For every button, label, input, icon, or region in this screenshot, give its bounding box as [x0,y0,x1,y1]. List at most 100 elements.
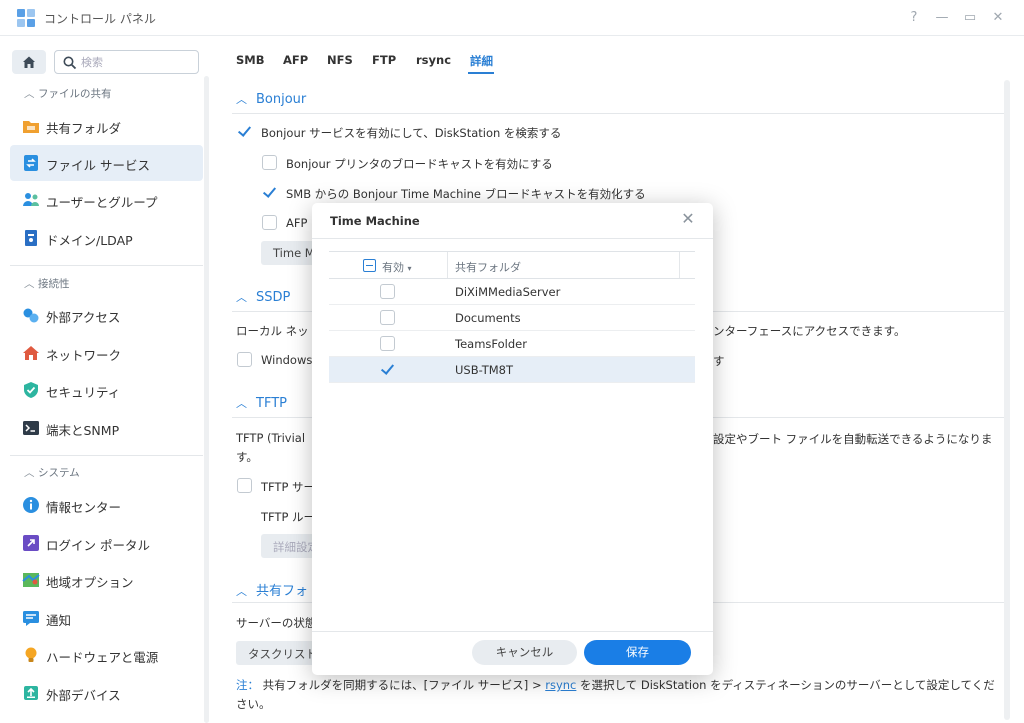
window-titlebar: コントロール パネル ? — ▭ ✕ [0,0,1024,36]
control-panel-icon [17,9,35,27]
bonjour-printer-label: Bonjour プリンタのブロードキャストを有効にする [286,157,553,171]
row-checkbox[interactable] [380,362,395,377]
home-icon [23,56,35,68]
sidebar-item-hardware-power[interactable]: ハードウェアと電源 [10,637,203,673]
main-scrollbar[interactable] [1004,80,1010,720]
sidebar-item-external-devices[interactable]: 外部デバイス [10,675,203,711]
domain-icon [25,230,37,246]
rsync-link[interactable]: rsync [545,678,576,692]
close-icon[interactable]: ✕ [988,8,1008,28]
column-enabled-header[interactable]: 有効 ▾ [382,259,412,275]
select-all-checkbox[interactable] [363,259,376,272]
tab-ftp[interactable]: FTP [372,53,396,67]
sidebar-group-connectivity[interactable]: ︿ 接続性 [24,276,70,292]
row-checkbox[interactable] [380,336,395,351]
external-device-icon [24,686,38,700]
section-shared-sync-header[interactable]: ︿ 共有フォ [236,580,308,599]
shield-icon [24,382,38,398]
sidebar-item-external-access[interactable]: 外部アクセス [10,297,203,333]
tftp-description-tail: 設定やブート ファイルを自動転送できるようになりま [713,432,993,446]
section-tftp-header[interactable]: ︿ TFTP [236,395,287,411]
section-ssdp-header[interactable]: ︿ SSDP [236,289,290,305]
table-row[interactable]: Documents [329,305,695,331]
sidebar-item-login-portal[interactable]: ログイン ポータル [10,525,203,561]
column-shared-folder-header[interactable]: 共有フォルダ [455,259,521,275]
bulb-icon [25,647,37,662]
afp-time-machine-label: AFP [286,216,308,230]
ssdp-windows-label-tail: す [713,354,725,368]
help-icon[interactable]: ? [904,8,924,28]
column-separator [447,252,448,278]
tftp-enable-label: TFTP サー [261,480,316,494]
tab-afp[interactable]: AFP [283,53,308,67]
search-input[interactable] [81,54,191,70]
maximize-icon[interactable]: ▭ [960,8,980,28]
window-title: コントロール パネル [44,12,156,26]
time-machine-dialog: Time Machine ✕ 有効 ▾ 共有フォルダ DiXiMMediaSer… [312,203,713,675]
dialog-footer-divider [312,631,713,632]
row-checkbox[interactable] [380,310,395,325]
file-services-icon [24,155,38,171]
sidebar: ︿ファイルの共有 共有フォルダ ファイル サービス ユーザーとグループ ドメイン… [0,36,212,723]
rsync-note: 注： 共有フォルダを同期するには、[ファイル サービス] > rsync を選択… [236,678,995,711]
shared-folder-icon [23,121,39,133]
sidebar-item-terminal-snmp[interactable]: 端末とSNMP [10,410,203,446]
sidebar-item-shared-folder[interactable]: 共有フォルダ [10,108,203,144]
tab-smb[interactable]: SMB [236,53,265,67]
users-icon [23,193,39,206]
sidebar-item-security[interactable]: セキュリティ [10,372,203,408]
sidebar-divider [10,265,203,266]
login-portal-icon [23,535,39,551]
sidebar-item-regional-options[interactable]: 地域オプション [10,562,203,598]
home-button[interactable] [12,50,46,74]
tftp-enable-checkbox[interactable] [237,478,252,493]
ssdp-description: ローカル ネッ [236,324,309,338]
sidebar-item-file-services[interactable]: ファイル サービス [10,145,203,181]
row-checkbox[interactable] [380,284,395,299]
smb-time-machine-checkbox[interactable] [262,185,277,200]
sidebar-item-info-center[interactable]: 情報センター [10,487,203,523]
sidebar-group-system[interactable]: ︿ システム [24,465,80,481]
row-folder-name: DiXiMMediaServer [455,285,561,299]
dialog-close-icon[interactable]: ✕ [678,209,698,229]
bonjour-enable-checkbox[interactable] [237,124,252,139]
sidebar-item-notification[interactable]: 通知 [10,600,203,636]
info-icon [23,497,39,513]
dialog-divider [312,238,713,239]
grid-header: 有効 ▾ 共有フォルダ [329,251,695,279]
sidebar-divider [10,455,203,456]
afp-time-machine-checkbox[interactable] [262,215,277,230]
sidebar-scrollbar[interactable] [204,76,209,723]
sidebar-item-domain-ldap[interactable]: ドメイン/LDAP [10,220,203,256]
search-field[interactable] [54,50,199,74]
tftp-root-label: TFTP ルー [261,510,316,524]
task-list-button[interactable]: タスクリスト [236,641,317,665]
tftp-description-line2: す。 [236,450,258,464]
ssdp-windows-label: Windows [261,353,313,367]
bonjour-printer-checkbox[interactable] [262,155,277,170]
smb-time-machine-label: SMB からの Bonjour Time Machine ブロードキャストを有効… [286,187,646,201]
table-row-selected[interactable]: USB-TM8T [329,357,695,383]
sidebar-item-network[interactable]: ネットワーク [10,335,203,371]
map-icon [22,573,40,587]
table-row[interactable]: TeamsFolder [329,331,695,357]
tab-rsync[interactable]: rsync [416,53,451,67]
dialog-title: Time Machine [330,214,420,228]
tab-advanced[interactable]: 詳細 [470,53,493,69]
column-separator [679,252,680,278]
row-folder-name: Documents [455,311,521,325]
sidebar-item-users-groups[interactable]: ユーザーとグループ [10,182,203,218]
ssdp-windows-checkbox[interactable] [237,352,252,367]
save-button[interactable]: 保存 [584,640,691,665]
sidebar-group-file-sharing[interactable]: ︿ ファイルの共有 [24,86,112,102]
bonjour-enable-label: Bonjour サービスを有効にして、DiskStation を検索する [261,126,562,140]
search-icon [63,56,77,70]
terminal-icon [23,421,39,435]
minimize-icon[interactable]: — [932,8,952,28]
network-icon [23,346,39,360]
tab-nfs[interactable]: NFS [327,53,353,67]
table-row[interactable]: DiXiMMediaServer [329,279,695,305]
cancel-button[interactable]: キャンセル [472,640,577,665]
external-access-icon [23,308,39,323]
section-bonjour-header[interactable]: ︿ Bonjour [236,91,306,107]
